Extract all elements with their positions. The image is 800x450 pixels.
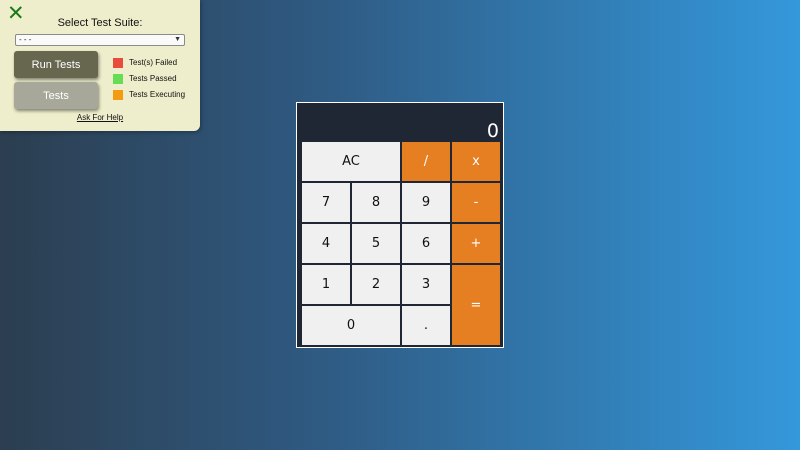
legend-failed-label: Test(s) Failed xyxy=(129,58,178,67)
two-button[interactable]: 2 xyxy=(352,265,400,304)
five-button[interactable]: 5 xyxy=(352,224,400,263)
one-button[interactable]: 1 xyxy=(302,265,350,304)
equals-button[interactable]: = xyxy=(452,265,500,345)
multiply-button[interactable]: x xyxy=(452,142,500,181)
four-button[interactable]: 4 xyxy=(302,224,350,263)
subtract-button[interactable]: - xyxy=(452,183,500,222)
legend-passed-label: Tests Passed xyxy=(129,74,177,83)
test-suite-select[interactable]: - - - ▼ xyxy=(15,34,185,46)
select-test-suite-label: Select Test Suite: xyxy=(57,17,143,29)
run-tests-button[interactable]: Run Tests xyxy=(14,51,98,78)
passed-swatch xyxy=(113,73,123,84)
calculator-body: 0 AC / x 7 8 9 - 4 5 6 + 1 2 3 = 0 . xyxy=(297,103,503,347)
calculator: 0 AC / x 7 8 9 - 4 5 6 + 1 2 3 = 0 . xyxy=(296,102,504,348)
ask-for-help-link[interactable]: Ask For Help xyxy=(0,113,200,122)
nine-button[interactable]: 9 xyxy=(402,183,450,222)
calculator-display: 0 xyxy=(486,120,499,141)
zero-button[interactable]: 0 xyxy=(302,306,400,345)
clear-button[interactable]: AC xyxy=(302,142,400,181)
eight-button[interactable]: 8 xyxy=(352,183,400,222)
six-button[interactable]: 6 xyxy=(402,224,450,263)
test-suite-select-value: - - - xyxy=(19,35,32,44)
test-panel: ✕ Select Test Suite: - - - ▼ Run Tests T… xyxy=(0,0,200,131)
add-button[interactable]: + xyxy=(452,224,500,263)
decimal-button[interactable]: . xyxy=(402,306,450,345)
divide-button[interactable]: / xyxy=(402,142,450,181)
legend-failed: Test(s) Failed xyxy=(113,57,177,68)
legend-executing: Tests Executing xyxy=(113,89,185,100)
three-button[interactable]: 3 xyxy=(402,265,450,304)
legend-passed: Tests Passed xyxy=(113,73,177,84)
executing-swatch xyxy=(113,89,123,100)
tests-button[interactable]: Tests xyxy=(14,82,98,109)
chevron-down-icon: ▼ xyxy=(174,36,181,43)
legend-executing-label: Tests Executing xyxy=(129,90,186,99)
failed-swatch xyxy=(113,57,123,68)
seven-button[interactable]: 7 xyxy=(302,183,350,222)
